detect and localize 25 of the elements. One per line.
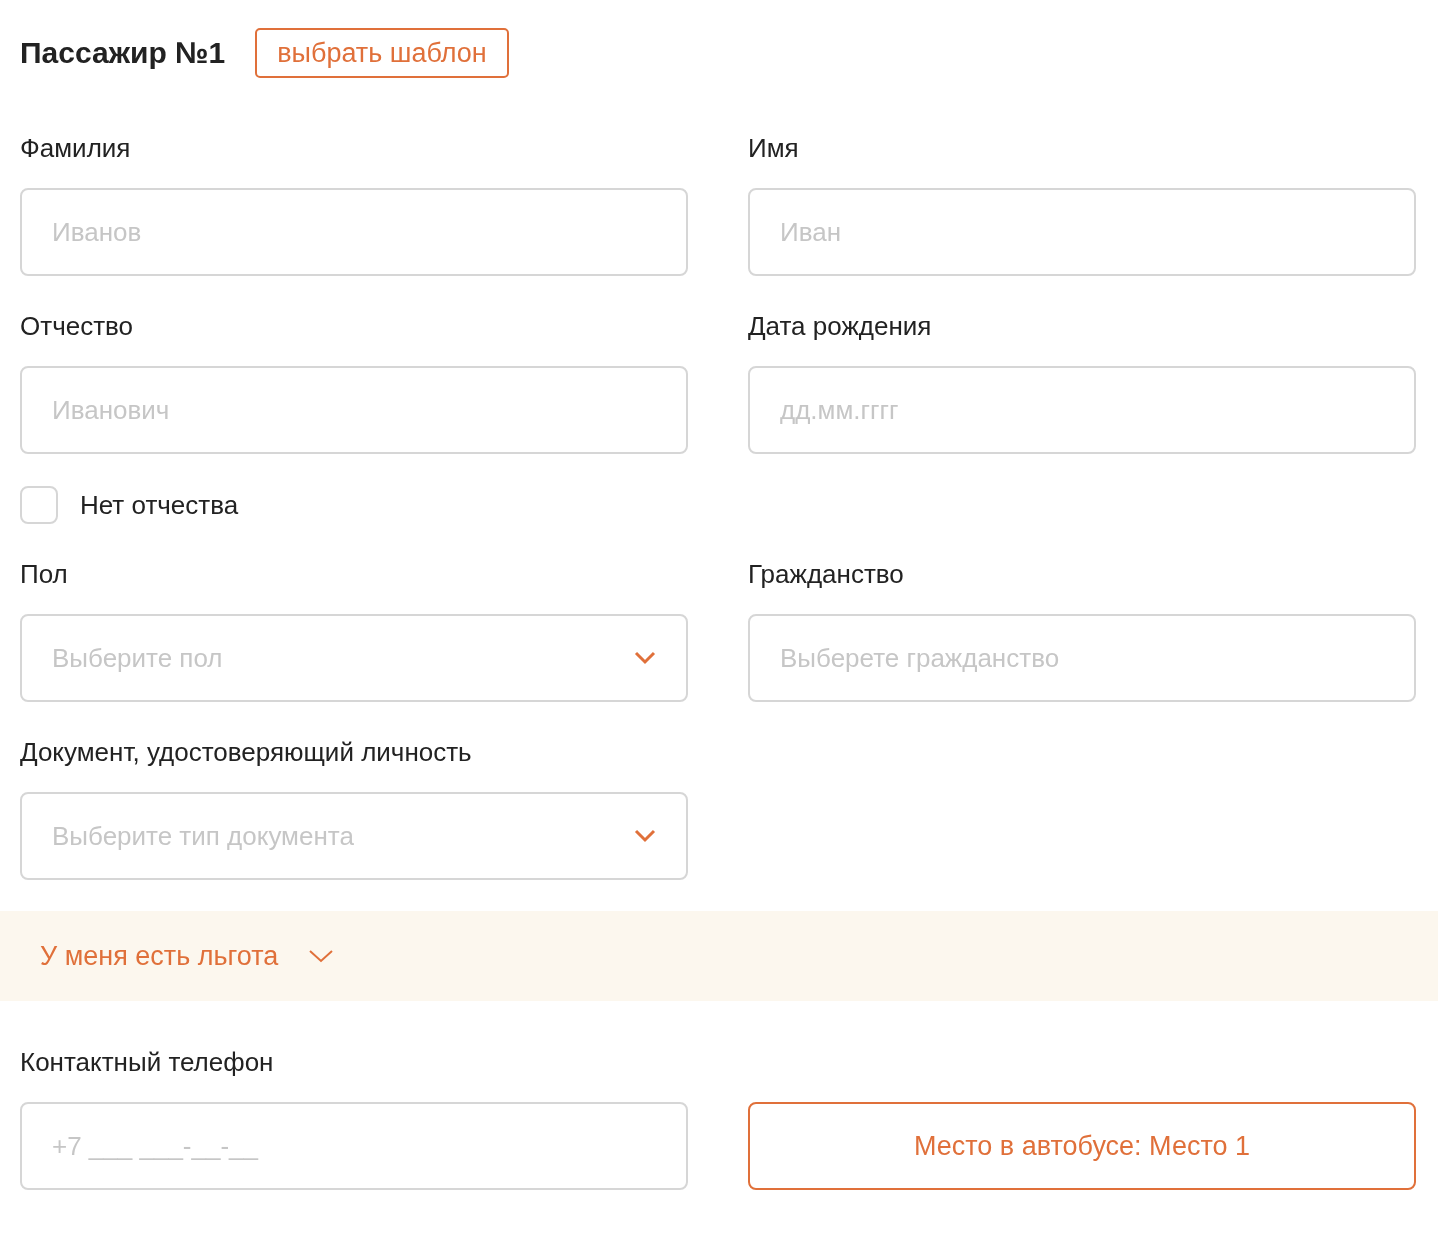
field-label: Документ, удостоверяющий личность [20, 736, 473, 769]
passenger-title: Пассажир №1 [20, 36, 226, 70]
input-field[interactable]: Иванович [20, 366, 688, 454]
phone-field[interactable]: +7 ___ ___-__-__ [20, 1102, 688, 1190]
benefit-toggle[interactable]: У меня есть льгота [40, 940, 335, 972]
select-field[interactable]: Выберите пол [20, 614, 688, 702]
input-field[interactable]: Выберете гражданство [748, 614, 1416, 702]
input-field[interactable]: дд.мм.гггг [748, 366, 1416, 454]
seat-button[interactable]: Место в автобусе: Место 1 [748, 1102, 1416, 1190]
chevron-down-icon [634, 651, 656, 665]
choose-template-button[interactable]: выбрать шаблон [255, 28, 509, 78]
field-label: Контактный телефон [20, 1046, 275, 1079]
field-label: Пол [20, 558, 69, 591]
input-field[interactable]: Иванов [20, 188, 688, 276]
field-label: Имя [748, 132, 800, 165]
checkbox[interactable] [20, 486, 58, 524]
checkbox-label: Нет отчества [80, 489, 239, 521]
field-label: Дата рождения [748, 310, 933, 343]
field-label: Отчество [20, 310, 135, 343]
input-field[interactable]: Иван [748, 188, 1416, 276]
field-label: Фамилия [20, 132, 132, 165]
select-field[interactable]: Выберите тип документа [20, 792, 688, 880]
field-label: Гражданство [748, 558, 905, 591]
chevron-down-icon [634, 829, 656, 843]
chevron-down-icon [308, 948, 335, 964]
